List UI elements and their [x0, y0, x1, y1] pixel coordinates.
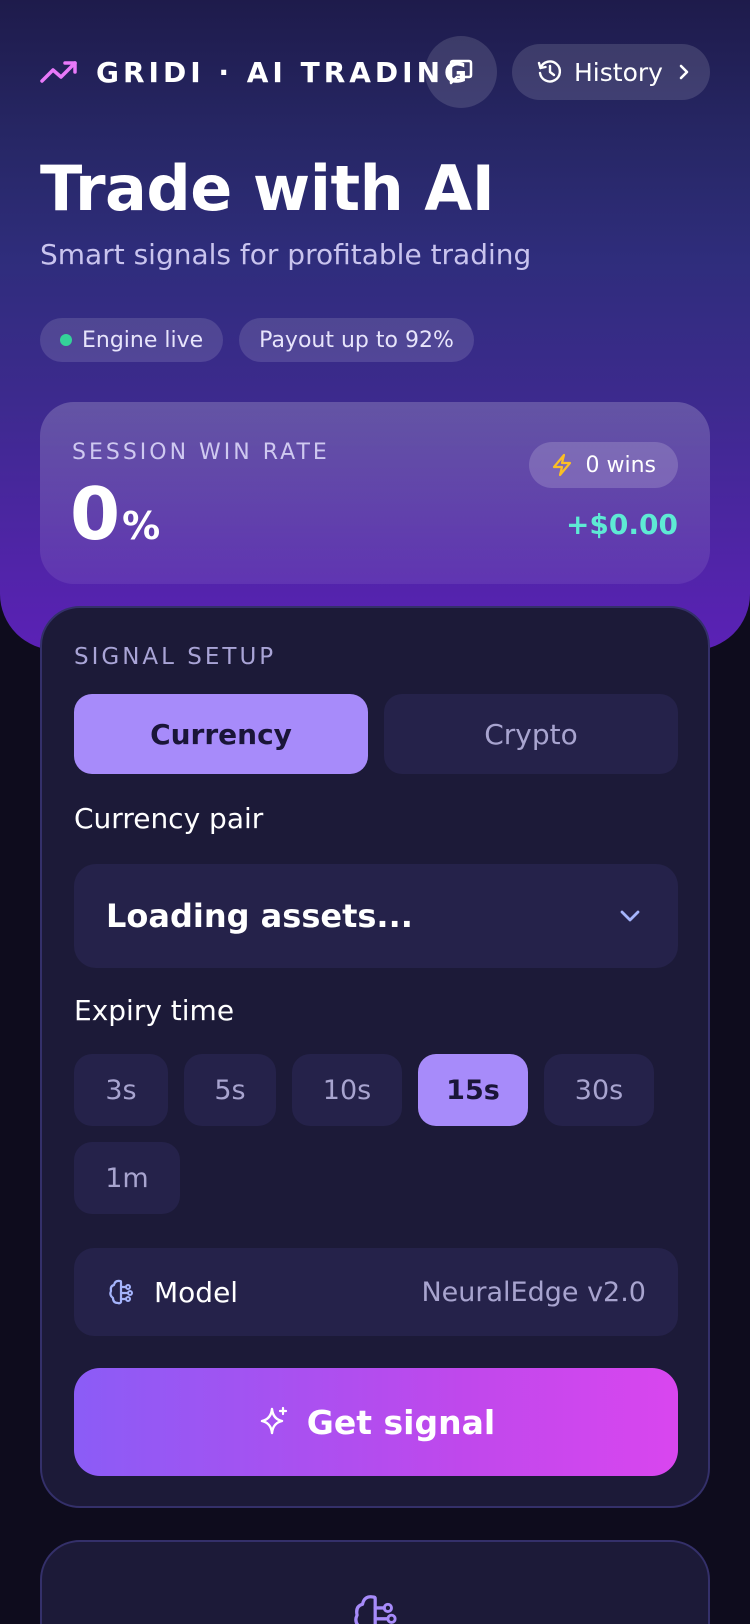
engine-status-label: Engine live — [82, 327, 204, 353]
expiry-option-3s[interactable]: 3s — [74, 1054, 168, 1126]
expiry-option-1m[interactable]: 1m — [74, 1142, 180, 1214]
trending-up-icon — [40, 57, 80, 87]
status-pills: Engine live Payout up to 92% — [40, 318, 474, 362]
currency-pair-select[interactable]: Loading assets... — [74, 864, 678, 968]
payout-badge: Payout up to 92% — [239, 318, 474, 362]
lightning-icon — [551, 453, 573, 477]
brand-name: GRIDI · AI TRADING — [96, 55, 471, 89]
win-rate-value: 0 % — [70, 472, 160, 556]
brain-icon — [106, 1276, 138, 1308]
signal-setup-title: SIGNAL SETUP — [74, 644, 277, 670]
live-status-dot — [60, 334, 72, 346]
model-row: Model NeuralEdge v2.0 — [74, 1248, 678, 1336]
chat-button[interactable] — [425, 36, 497, 108]
wins-badge: 0 wins — [529, 442, 678, 488]
signal-result-card — [40, 1540, 710, 1624]
page-title: Trade with AI — [40, 152, 495, 225]
chat-bubble-icon — [446, 57, 476, 87]
payout-label: Payout up to 92% — [259, 327, 454, 353]
page-subtitle: Smart signals for profitable trading — [40, 238, 532, 271]
expiry-option-5s[interactable]: 5s — [184, 1054, 276, 1126]
session-profit: +$0.00 — [565, 508, 678, 541]
win-rate-number: 0 — [70, 472, 121, 556]
brand: GRIDI · AI TRADING — [40, 54, 471, 90]
history-button[interactable]: History — [512, 44, 710, 100]
get-signal-button[interactable]: Get signal — [74, 1368, 678, 1476]
get-signal-label: Get signal — [306, 1402, 496, 1442]
tab-crypto[interactable]: Crypto — [384, 694, 678, 774]
model-value: NeuralEdge v2.0 — [421, 1276, 646, 1308]
app-screen: GRIDI · AI TRADING History Trade with AI… — [0, 0, 750, 1624]
win-rate-label: SESSION WIN RATE — [72, 440, 330, 465]
tab-currency[interactable]: Currency — [74, 694, 368, 774]
session-stats-card: SESSION WIN RATE 0 % 0 wins +$0.00 — [40, 402, 710, 584]
currency-pair-label: Currency pair — [74, 802, 264, 835]
wins-count: 0 wins — [585, 452, 656, 478]
top-bar: GRIDI · AI TRADING History — [40, 36, 710, 108]
model-label: Model — [154, 1275, 239, 1309]
history-clock-icon — [536, 58, 564, 86]
brain-icon — [348, 1588, 406, 1624]
expiry-option-10s[interactable]: 10s — [292, 1054, 402, 1126]
expiry-option-30s[interactable]: 30s — [544, 1054, 654, 1126]
history-label: History — [574, 57, 663, 87]
expiry-option-15s[interactable]: 15s — [418, 1054, 528, 1126]
signal-setup-card: SIGNAL SETUP Currency Crypto Currency pa… — [40, 606, 710, 1508]
expiry-time-label: Expiry time — [74, 994, 235, 1027]
market-type-tabs: Currency Crypto — [74, 694, 678, 774]
chevron-down-icon — [616, 902, 644, 930]
chevron-right-icon — [677, 61, 695, 83]
engine-status-badge: Engine live — [40, 318, 224, 362]
currency-pair-value: Loading assets... — [106, 897, 413, 935]
sparkle-icon — [257, 1405, 291, 1439]
win-rate-unit: % — [122, 504, 161, 548]
